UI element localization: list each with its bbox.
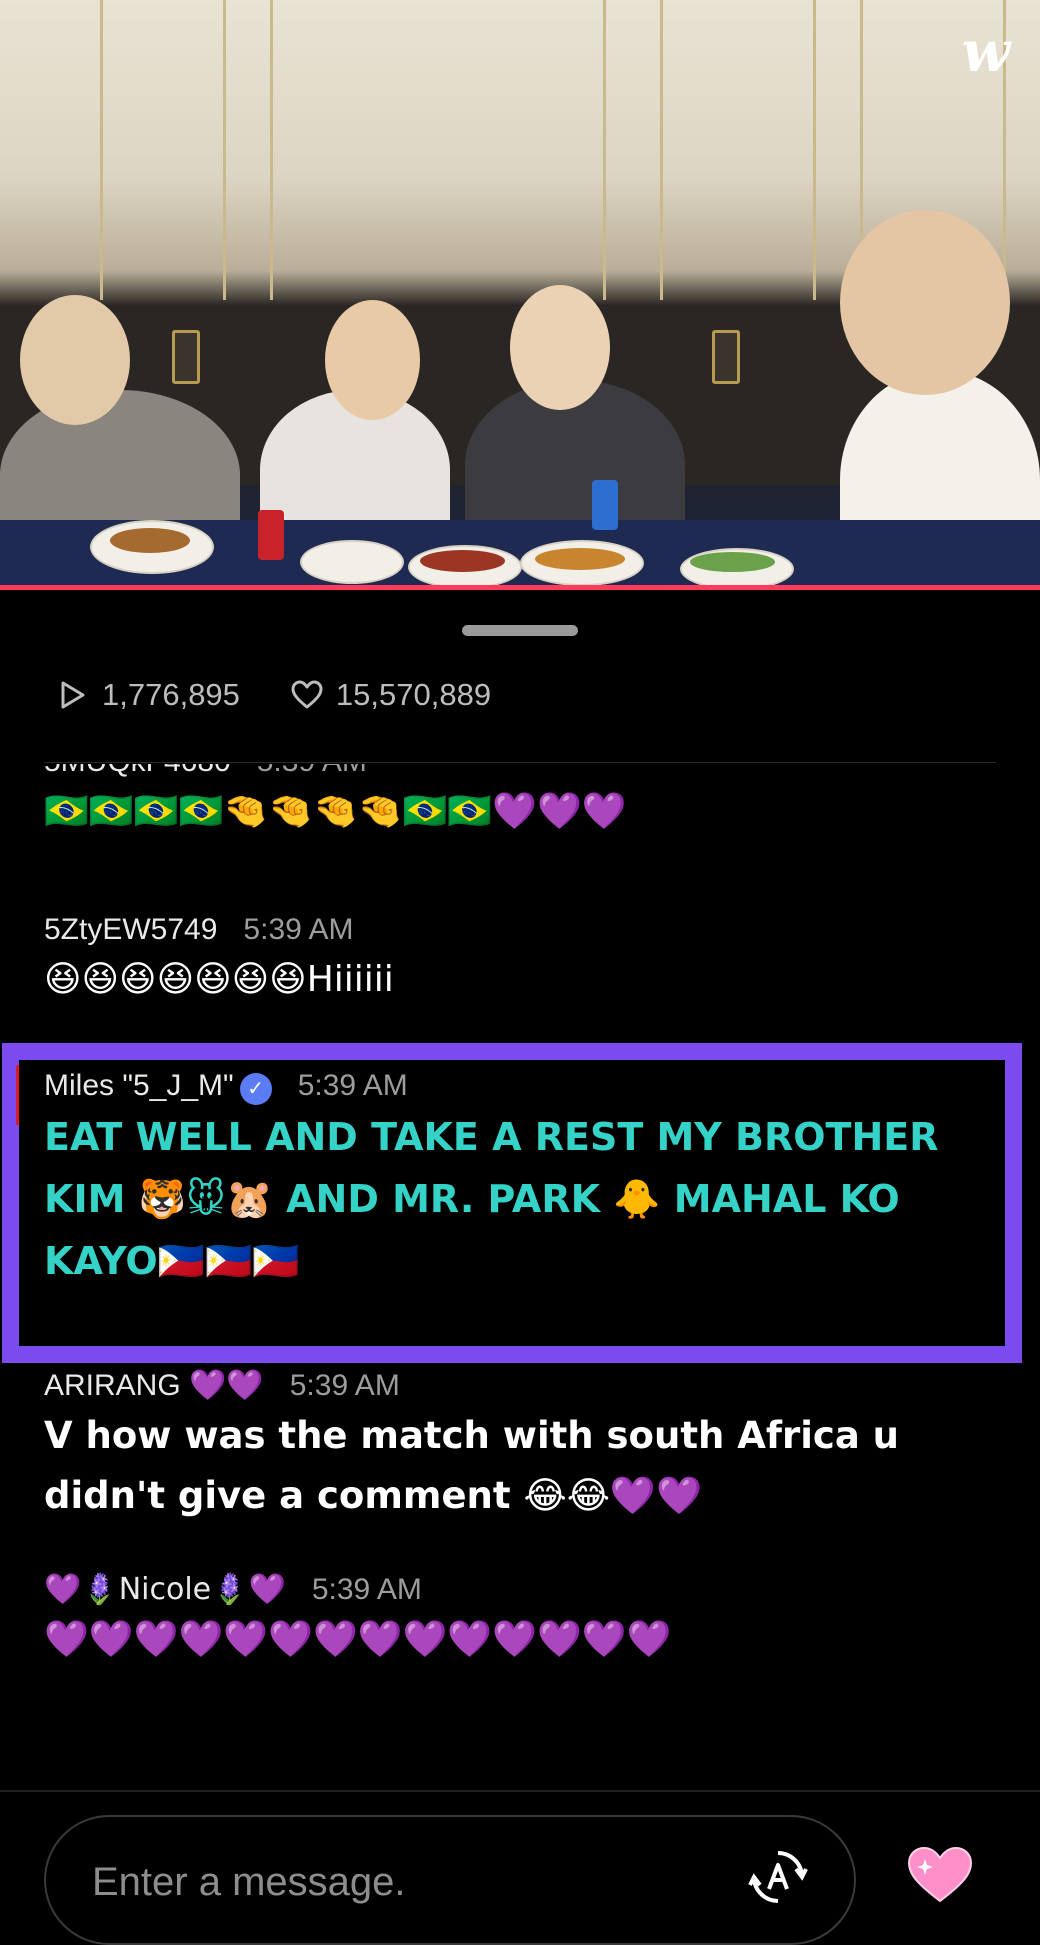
food — [690, 552, 775, 572]
highlight-marker — [16, 1065, 19, 1125]
wall-panel — [100, 0, 226, 300]
wall-panel — [660, 0, 816, 300]
chat-username[interactable]: 5ZtyEW5749 — [44, 910, 217, 950]
chat-message: ARIRANG 💜💜 5:39 AM V how was the match w… — [44, 1366, 1004, 1526]
food — [110, 528, 190, 553]
translate-icon[interactable] — [748, 1847, 808, 1907]
chat-text: EAT WELL AND TAKE A REST MY BROTHER KIM … — [44, 1115, 939, 1283]
bench-detail — [712, 330, 740, 384]
message-input-container[interactable] — [44, 1815, 856, 1945]
live-video[interactable]: w — [0, 0, 1040, 588]
food — [535, 548, 625, 570]
chat-username[interactable]: Miles "5_J_M" ✓ — [44, 1066, 272, 1106]
person-head — [840, 210, 1010, 395]
divider — [44, 762, 996, 763]
chat-username[interactable]: ARIRANG 💜💜 — [44, 1366, 264, 1406]
divider — [0, 1790, 1040, 1792]
chat-message: 5ZtyEW5749 5:39 AM 😆😆😆😆😆😆😆Hiiiiii — [44, 910, 1004, 1010]
chat-message-highlighted: Miles "5_J_M" ✓ 5:39 AM EAT WELL AND TAKE… — [44, 1066, 1004, 1292]
stats-row: 1,776,895 15,570,889 — [56, 670, 491, 720]
chat-message: 💜🪻Nicole🪻💜 5:39 AM 💜💜💜💜💜💜💜💜💜💜💜💜💜💜 — [44, 1570, 1004, 1670]
verified-badge-icon: ✓ — [239, 1073, 272, 1105]
play-icon — [56, 678, 90, 712]
progress-bar — [0, 585, 1040, 590]
chat-message: 5MUQkF4680 5:39 AM 🇧🇷🇧🇷🇧🇷🇧🇷🤏🤏🤏🤏🇧🇷🇧🇷💜💜💜 — [44, 764, 1004, 842]
chat-username[interactable]: 💜🪻Nicole🪻💜 — [44, 1570, 286, 1610]
chat-text: V how was the match with south Africa u … — [44, 1414, 900, 1517]
message-input[interactable] — [90, 1859, 654, 1906]
soda-can — [592, 480, 618, 530]
wall-panel — [270, 0, 606, 300]
chat-text: 😆😆😆😆😆😆😆Hiiiiii — [44, 959, 394, 1000]
chat-time: 5:39 AM — [311, 1573, 422, 1606]
chat-time: 5:39 AM — [297, 1069, 408, 1102]
heart-icon — [907, 1846, 973, 1903]
soda-can — [258, 510, 284, 560]
sheet-handle[interactable] — [462, 625, 578, 636]
person-head — [325, 300, 420, 420]
chat-username[interactable]: 5MUQkF4680 — [44, 764, 231, 782]
play-count: 1,776,895 — [102, 677, 240, 712]
food — [420, 550, 505, 572]
person-head — [510, 285, 610, 410]
person-head — [20, 295, 130, 425]
heart-button[interactable] — [905, 1845, 975, 1905]
chat-time: 5:39 AM — [289, 1369, 400, 1402]
bowl — [300, 540, 404, 584]
chat-text: 💜💜💜💜💜💜💜💜💜💜💜💜💜💜 — [44, 1619, 672, 1660]
bench-detail — [172, 330, 200, 384]
chat-text: 🇧🇷🇧🇷🇧🇷🇧🇷🤏🤏🤏🤏🇧🇷🇧🇷💜💜💜 — [44, 791, 627, 832]
like-count: 15,570,889 — [335, 677, 492, 712]
chat-time: 5:39 AM — [257, 764, 367, 782]
weverse-logo: w — [961, 19, 1010, 85]
chat-time: 5:39 AM — [243, 913, 354, 946]
heart-outline-icon — [290, 678, 324, 712]
